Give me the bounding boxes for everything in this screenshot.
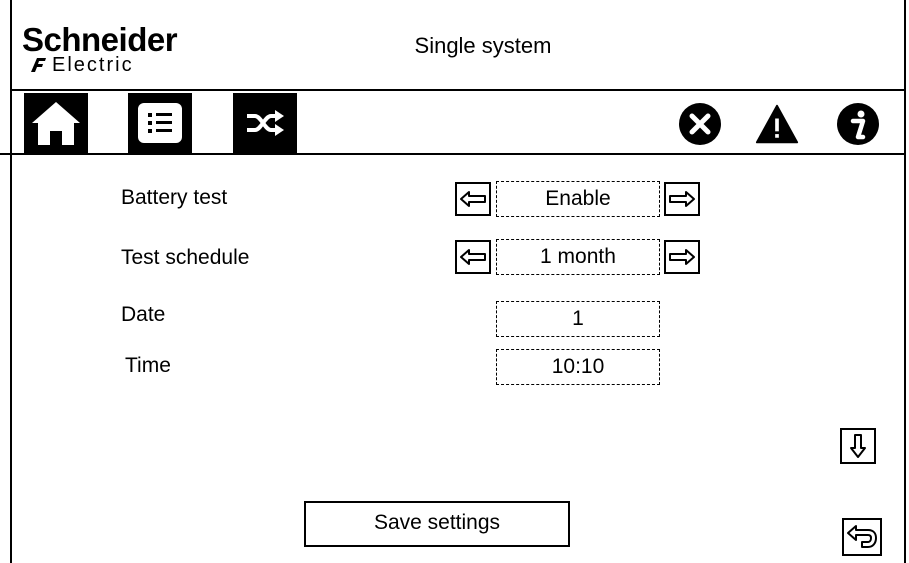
test-schedule-label: Test schedule xyxy=(121,246,250,269)
test-schedule-value[interactable]: 1 month xyxy=(496,239,660,275)
brand-logo: Schneider Electric xyxy=(22,22,222,82)
battery-test-next-button[interactable] xyxy=(664,182,700,216)
warning-icon xyxy=(755,104,799,144)
battery-test-prev-button[interactable] xyxy=(455,182,491,216)
arrow-right-icon xyxy=(669,191,695,207)
date-label: Date xyxy=(121,303,166,326)
home-button[interactable] xyxy=(24,93,88,153)
arrow-left-icon xyxy=(460,249,486,265)
back-button[interactable] xyxy=(842,518,882,556)
header-divider xyxy=(10,89,906,91)
arrow-left-icon xyxy=(460,191,486,207)
info-button[interactable] xyxy=(836,102,880,146)
frame-right-border xyxy=(904,0,906,563)
logo-mark-icon xyxy=(31,58,46,72)
test-schedule-prev-button[interactable] xyxy=(455,240,491,274)
warning-button[interactable] xyxy=(755,102,799,146)
list-icon xyxy=(138,103,182,143)
brand-sub: Electric xyxy=(52,54,134,76)
arrow-down-icon xyxy=(850,434,866,458)
home-icon xyxy=(32,102,80,145)
test-schedule-next-button[interactable] xyxy=(664,240,700,274)
error-icon xyxy=(679,103,721,145)
page-title: Single system xyxy=(414,33,552,58)
shuffle-icon xyxy=(247,110,284,136)
arrow-right-icon xyxy=(669,249,695,265)
info-icon xyxy=(837,103,879,145)
save-settings-button[interactable]: Save settings xyxy=(304,501,570,547)
menu-button[interactable] xyxy=(128,93,192,153)
error-button[interactable] xyxy=(678,102,722,146)
date-value-field[interactable]: 1 xyxy=(496,301,660,337)
toolbar-divider xyxy=(0,153,906,155)
brand-name: Schneider xyxy=(22,21,178,58)
time-value-field[interactable]: 10:10 xyxy=(496,349,660,385)
mode-button[interactable] xyxy=(233,93,297,153)
frame-left-border xyxy=(10,0,12,563)
return-icon xyxy=(847,525,877,548)
scroll-down-button[interactable] xyxy=(840,428,876,464)
battery-test-label: Battery test xyxy=(121,186,228,209)
time-label: Time xyxy=(125,354,171,377)
battery-test-value[interactable]: Enable xyxy=(496,181,660,217)
